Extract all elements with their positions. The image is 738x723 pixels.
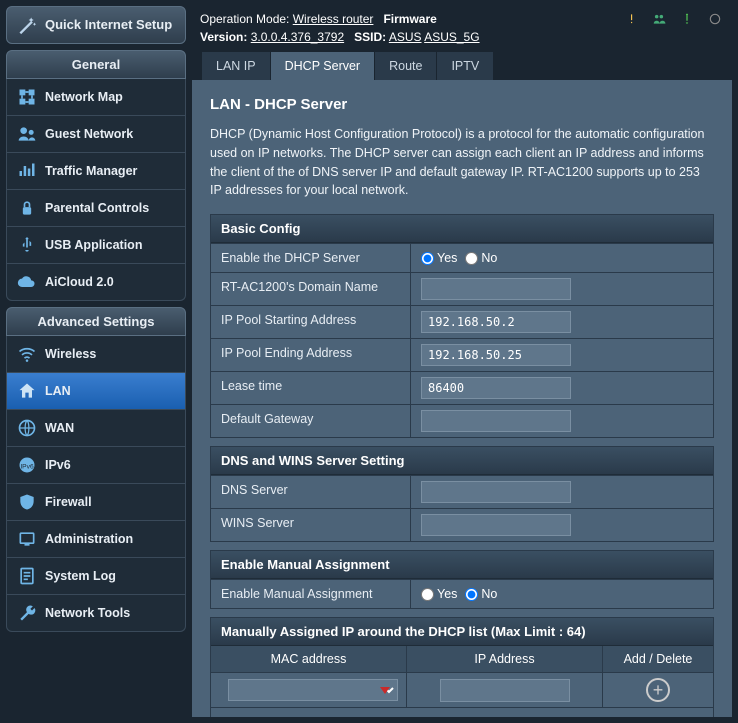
default-gateway-label: Default Gateway [211,405,411,437]
tab-iptv[interactable]: IPTV [437,52,494,80]
col-action-header: Add / Delete [603,646,713,672]
pool-start-input[interactable] [421,311,571,333]
enable-dhcp-label: Enable the DHCP Server [211,244,411,272]
sidebar-item-wireless[interactable]: Wireless [6,336,186,373]
dns-wins-header: DNS and WINS Server Setting [211,447,713,475]
dns-server-input[interactable] [421,481,571,503]
svg-text:IPv6: IPv6 [20,463,34,470]
parental-controls-icon [17,198,37,218]
enable-dhcp-no[interactable]: No [465,251,497,265]
sidebar-item-ipv6[interactable]: IPv6 IPv6 [6,447,186,484]
sidebar-item-traffic-manager[interactable]: Traffic Manager [6,153,186,190]
system-log-icon [17,566,37,586]
clients-icon[interactable] [650,12,668,26]
manual-list-header: Manually Assigned IP around the DHCP lis… [211,618,713,646]
col-ip-header: IP Address [407,646,603,672]
firewall-icon [17,492,37,512]
manual-assignment-panel: Enable Manual Assignment Enable Manual A… [210,550,714,609]
page-title: LAN - DHCP Server [210,96,714,113]
aicloud-icon [17,272,37,292]
firmware-label-word: Firmware [383,12,436,26]
wins-server-label: WINS Server [211,509,411,541]
sidebar-item-firewall[interactable]: Firewall [6,484,186,521]
ssid2-link[interactable]: ASUS_5G [424,30,479,44]
enable-dhcp-yes[interactable]: Yes [421,251,457,265]
sidebar-item-guest-network[interactable]: Guest Network [6,116,186,153]
no-data-message: No data in table. [211,707,713,717]
pool-end-label: IP Pool Ending Address [211,339,411,371]
manual-enable-label: Enable Manual Assignment [211,580,411,608]
dns-wins-panel: DNS and WINS Server Setting DNS Server W… [210,446,714,542]
guest-network-icon [17,124,37,144]
manual-assignment-header: Enable Manual Assignment [211,551,713,579]
sidebar-item-wan[interactable]: WAN [6,410,186,447]
domain-name-input[interactable] [421,278,571,300]
quick-internet-setup-button[interactable]: Quick Internet Setup [6,6,186,44]
sidebar-item-lan[interactable]: LAN [6,373,186,410]
default-gateway-input[interactable] [421,410,571,432]
wireless-icon [17,344,37,364]
basic-config-panel: Basic Config Enable the DHCP Server Yes … [210,214,714,438]
pool-start-label: IP Pool Starting Address [211,306,411,338]
page-description: DHCP (Dynamic Host Configuration Protoco… [210,125,714,200]
sidebar-item-system-log[interactable]: System Log [6,558,186,595]
network-tools-icon [17,603,37,623]
wins-server-input[interactable] [421,514,571,536]
tab-bar: LAN IP DHCP Server Route IPTV [192,52,732,80]
manual-enable-no[interactable]: No [465,587,497,601]
globe-status-icon[interactable] [706,12,724,26]
manual-enable-yes[interactable]: Yes [421,587,457,601]
tab-route[interactable]: Route [375,52,437,80]
usb-status-icon[interactable] [678,12,696,26]
sidebar-item-parental-controls[interactable]: Parental Controls [6,190,186,227]
sidebar-item-usb-application[interactable]: USB Application [6,227,186,264]
network-map-icon [17,87,37,107]
ssid-label: SSID: [354,30,386,44]
tab-dhcp-server[interactable]: DHCP Server [271,52,375,80]
lease-time-input[interactable] [421,377,571,399]
lan-icon [17,381,37,401]
section-general-header: General [6,50,186,79]
sidebar-item-administration[interactable]: Administration [6,521,186,558]
domain-name-label: RT-AC1200's Domain Name [211,273,411,305]
tab-lan-ip[interactable]: LAN IP [202,52,271,80]
pool-end-input[interactable] [421,344,571,366]
op-mode-link[interactable]: Wireless router [293,12,374,26]
usb-application-icon [17,235,37,255]
sidebar-item-network-tools[interactable]: Network Tools [6,595,186,632]
dns-server-label: DNS Server [211,476,411,508]
lease-time-label: Lease time [211,372,411,404]
wan-icon [17,418,37,438]
add-entry-button[interactable]: + [646,678,670,702]
sidebar-item-aicloud[interactable]: AiCloud 2.0 [6,264,186,301]
version-label-word: Version: [200,30,247,44]
alert-icon[interactable] [622,12,640,26]
sidebar-item-network-map[interactable]: Network Map [6,79,186,116]
firmware-link[interactable]: 3.0.0.4.376_3792 [251,30,344,44]
col-mac-header: MAC address [211,646,407,672]
manual-list-panel: Manually Assigned IP around the DHCP lis… [210,617,714,717]
ipv6-icon: IPv6 [17,455,37,475]
administration-icon [17,529,37,549]
op-mode-label: Operation Mode: [200,12,289,26]
traffic-manager-icon [17,161,37,181]
topbar: Operation Mode: Wireless router Firmware… [192,6,732,50]
ssid1-link[interactable]: ASUS [389,30,422,44]
mac-address-select[interactable] [228,679,398,701]
ip-address-input[interactable] [440,679,570,702]
section-advanced-header: Advanced Settings [6,307,186,336]
qis-label: Quick Internet Setup [45,18,172,32]
basic-config-header: Basic Config [211,215,713,243]
wand-icon [17,15,37,35]
